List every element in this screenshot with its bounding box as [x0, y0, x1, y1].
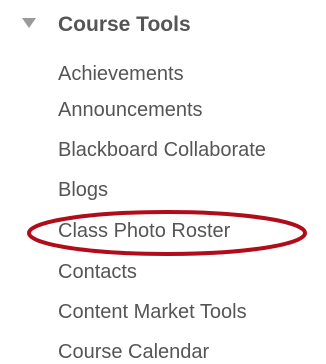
course-tools-header[interactable]: Course Tools	[0, 0, 326, 48]
tool-link-class-photo-roster[interactable]: Class Photo Roster	[58, 216, 230, 246]
tool-link-course-calendar[interactable]: Course Calendar	[58, 337, 209, 364]
tool-link-achievements[interactable]: Achievements	[58, 59, 184, 89]
tool-link-contacts[interactable]: Contacts	[58, 257, 137, 287]
tool-link-blogs[interactable]: Blogs	[58, 175, 108, 205]
tool-link-blackboard-collaborate[interactable]: Blackboard Collaborate	[58, 135, 266, 165]
course-tools-panel: Course Tools Achievements Announcements …	[0, 0, 326, 364]
tool-link-content-market-tools[interactable]: Content Market Tools	[58, 297, 247, 327]
triangle-down-icon[interactable]	[22, 18, 36, 28]
tool-link-announcements[interactable]: Announcements	[58, 95, 203, 125]
section-title: Course Tools	[58, 13, 191, 36]
